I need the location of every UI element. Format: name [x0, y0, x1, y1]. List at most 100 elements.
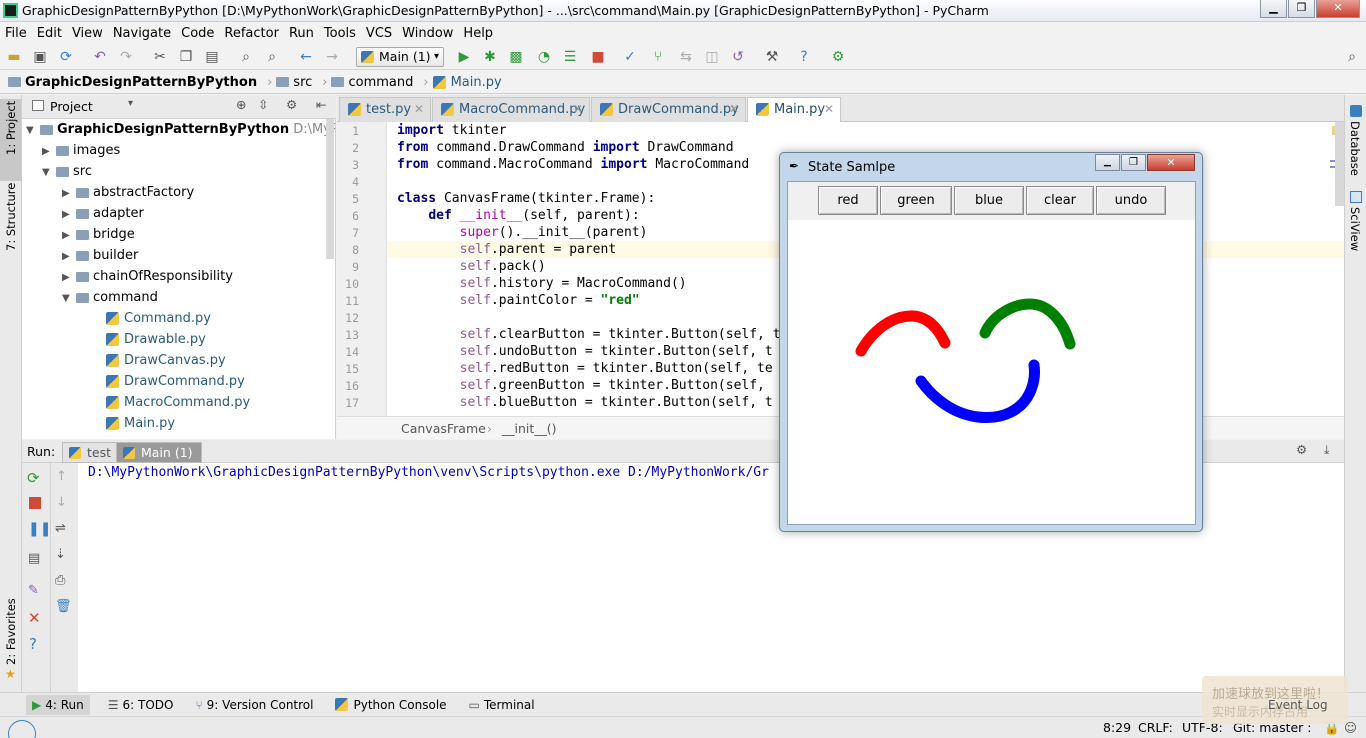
tk-maximize-button[interactable]: ❐ — [1121, 154, 1146, 171]
menu-window[interactable]: Window — [397, 26, 458, 41]
editor-scrollbar[interactable] — [1335, 122, 1344, 206]
tree-file-main[interactable]: Main.py — [106, 413, 175, 434]
vcs-revert-icon[interactable]: ↺ — [730, 49, 746, 65]
close-icon[interactable]: ✕ — [573, 98, 583, 121]
tree-item-src[interactable]: ▼ src — [42, 161, 92, 182]
redo-icon[interactable]: ↷ — [118, 49, 134, 65]
find-icon[interactable]: ⌕ — [238, 49, 254, 65]
menu-help[interactable]: Help — [458, 26, 498, 41]
undo-icon[interactable]: ↶ — [92, 49, 108, 65]
menu-refactor[interactable]: Refactor — [219, 26, 284, 41]
breadcrumb-command[interactable]: command — [331, 75, 413, 90]
run-tab-main[interactable]: Main (1) — [116, 442, 202, 463]
menu-view[interactable]: View — [67, 26, 108, 41]
tree-item-adapter[interactable]: ▶ adapter — [62, 203, 144, 224]
help-icon[interactable]: ? — [796, 49, 812, 65]
print-icon[interactable]: ⎙ — [55, 573, 65, 588]
scroll-down-icon[interactable]: ↓ — [56, 495, 67, 510]
tree-file-drawcanvas[interactable]: DrawCanvas.py — [106, 350, 226, 371]
menu-run[interactable]: Run — [284, 26, 319, 41]
breadcrumb-project[interactable]: GraphicDesignPatternByPython — [8, 75, 257, 90]
collapse-all-icon[interactable]: ⇳ — [258, 97, 268, 112]
debug-icon[interactable]: ✱ — [482, 49, 498, 65]
favorites-tool-label[interactable]: 2: Favorites — [4, 598, 18, 665]
cut-icon[interactable]: ✂ — [152, 49, 168, 65]
scroll-to-end-icon[interactable]: ⇣ — [55, 547, 66, 562]
tk-close-button[interactable]: ✕ — [1147, 154, 1195, 171]
open-icon[interactable]: ▬ — [6, 49, 22, 65]
close-icon[interactable]: ✕ — [414, 98, 424, 121]
copy-icon[interactable]: ❐ — [178, 49, 194, 65]
forward-icon[interactable]: → — [324, 49, 340, 65]
tree-file-command[interactable]: Command.py — [106, 308, 211, 329]
breadcrumb-main[interactable]: Main.py — [432, 75, 502, 90]
vcs-history-icon[interactable]: ◫ — [704, 49, 720, 65]
hide-panel-icon[interactable]: ⤓ — [1324, 442, 1330, 458]
python-console-icon[interactable]: ⚙ — [830, 49, 846, 65]
tree-item-abstractfactory[interactable]: ▶ abstractFactory — [62, 182, 194, 203]
clear-button[interactable]: clear — [1026, 186, 1094, 215]
tool-run[interactable]: ▶ 4: Run — [26, 694, 90, 715]
maximize-button[interactable]: ❐ — [1288, 0, 1315, 18]
project-view-select[interactable]: Project — [50, 99, 93, 114]
gear-icon[interactable]: ⚙ — [286, 97, 297, 112]
tool-terminal[interactable]: ▭ Terminal — [469, 698, 535, 712]
tab-drawcommand[interactable]: DrawCommand.py ✕ — [591, 97, 746, 122]
back-icon[interactable]: ← — [298, 49, 314, 65]
tree-item-command[interactable]: ▼ command — [62, 287, 158, 308]
gear-icon[interactable]: ⚙ — [1296, 442, 1307, 457]
coverage-icon[interactable]: ▩ — [508, 49, 524, 65]
close-icon[interactable]: ✕ — [729, 98, 739, 121]
menu-file[interactable]: File — [0, 26, 32, 41]
locate-icon[interactable]: ⊕ — [236, 97, 246, 112]
concurrency-icon[interactable]: ☰ — [562, 49, 578, 65]
menu-tools[interactable]: Tools — [319, 26, 361, 41]
caret-position[interactable]: 8:29 — [1103, 720, 1131, 735]
settings-icon[interactable]: ⚒ — [764, 49, 780, 65]
tree-scrollbar[interactable] — [326, 119, 334, 259]
undo-button[interactable]: undo — [1096, 186, 1166, 215]
drawing-canvas[interactable] — [788, 220, 1195, 524]
menu-vcs[interactable]: VCS — [361, 26, 397, 41]
vcs-commit-icon[interactable]: ⑂ — [650, 49, 666, 65]
tab-test[interactable]: test.py ✕ — [339, 97, 431, 122]
tree-item-images[interactable]: ▶ images — [42, 140, 120, 161]
project-tool-label[interactable]: 1: Project — [4, 101, 18, 155]
red-button[interactable]: red — [818, 186, 878, 215]
close-icon[interactable]: ✕ — [28, 609, 41, 627]
chevron-down-icon[interactable]: ▾ — [128, 98, 133, 109]
run-tab-test[interactable]: test — [62, 442, 121, 463]
trash-icon[interactable]: 🗑 — [55, 599, 72, 614]
rerun-icon[interactable]: ⟳ — [27, 469, 40, 487]
tool-version-control[interactable]: ⑂ 9: Version Control — [195, 698, 313, 712]
event-log-label[interactable]: Event Log — [1268, 698, 1328, 712]
paste-icon[interactable]: ▤ — [204, 49, 220, 65]
menu-code[interactable]: Code — [176, 26, 219, 41]
vcs-compare-icon[interactable]: ⇆ — [678, 49, 694, 65]
tree-file-drawable[interactable]: Drawable.py — [106, 329, 206, 350]
run-icon[interactable]: ▶ — [456, 49, 472, 65]
accelerator-overlay[interactable]: 加速球放到这里啦！ 实时显示内存占用 Event Log — [1202, 676, 1348, 724]
soft-wrap-icon[interactable]: ⇌ — [55, 521, 66, 536]
tool-todo[interactable]: ☰ 6: TODO — [108, 698, 174, 712]
breadcrumb-method[interactable]: __init__() — [502, 421, 557, 436]
tk-minimize-button[interactable]: ▁ — [1095, 154, 1120, 171]
green-button[interactable]: green — [880, 186, 952, 215]
help-icon[interactable]: ? — [29, 635, 37, 653]
close-button[interactable]: ✕ — [1316, 0, 1360, 18]
replace-icon[interactable]: ⌕ — [264, 49, 280, 65]
save-icon[interactable]: ▣ — [32, 49, 48, 65]
menu-navigate[interactable]: Navigate — [108, 26, 176, 41]
stop-icon[interactable]: ■ — [590, 49, 606, 65]
database-tool-label[interactable]: Database — [1348, 121, 1362, 176]
breadcrumb-class[interactable]: CanvasFrame — [401, 421, 486, 436]
menu-edit[interactable]: Edit — [32, 26, 67, 41]
scroll-up-icon[interactable]: ↑ — [56, 469, 67, 484]
pin-icon[interactable]: ✎ — [28, 583, 39, 598]
tree-item-chainofresponsibility[interactable]: ▶ chainOfResponsibility — [62, 266, 233, 287]
tree-item-bridge[interactable]: ▶ bridge — [62, 224, 135, 245]
tool-python-console[interactable]: Python Console — [335, 698, 447, 712]
tree-file-drawcommand[interactable]: DrawCommand.py — [106, 371, 245, 392]
vcs-update-icon[interactable]: ✓ — [622, 49, 638, 65]
pause-icon[interactable]: ❚❚ — [28, 521, 51, 537]
